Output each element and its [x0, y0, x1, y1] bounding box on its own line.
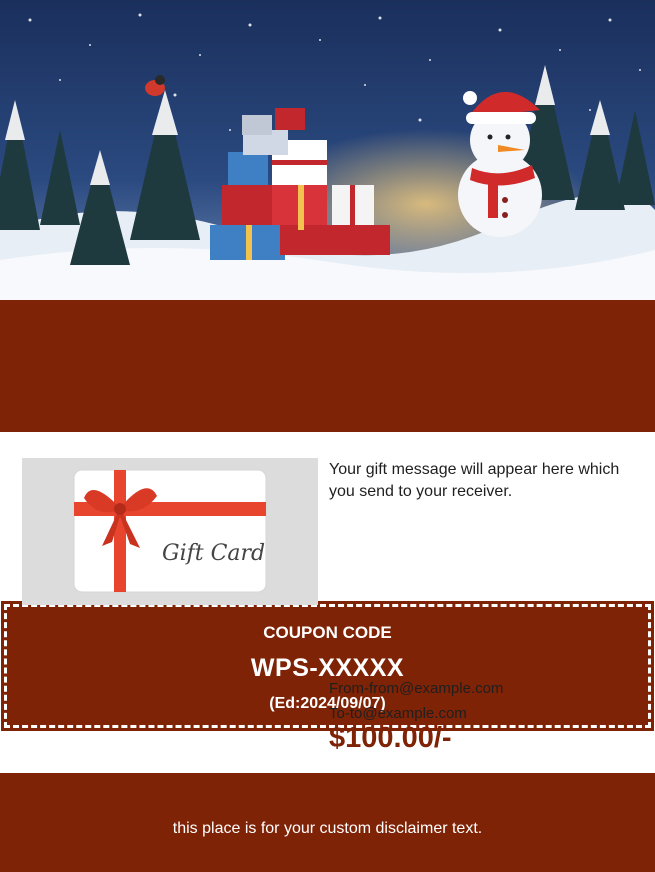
footer: this place is for your custom disclaimer… — [0, 773, 655, 872]
coupon-box: COUPON CODE WPS-XXXXX (Ed:2024/09/07) — [1, 601, 654, 731]
sender-to: To-to@example.com — [329, 705, 467, 722]
gift-card-image: Gift Card — [22, 458, 318, 605]
coupon-code[interactable]: WPS-XXXXX — [7, 654, 648, 683]
disclaimer-text: this place is for your custom disclaimer… — [172, 820, 483, 837]
hero-banner-image — [0, 0, 655, 300]
gift-amount: $100.00/- — [329, 722, 452, 754]
sender-from: From-from@example.com — [329, 680, 504, 697]
coupon-section: COUPON CODE WPS-XXXXX (Ed:2024/09/07) — [0, 300, 655, 731]
coupon-title: COUPON CODE — [263, 623, 392, 642]
coupon-expiry: (Ed:2024/09/07) — [269, 695, 386, 712]
gift-card-script: Gift Card — [162, 541, 265, 566]
gift-message: Your gift message will appear here which… — [329, 461, 620, 500]
